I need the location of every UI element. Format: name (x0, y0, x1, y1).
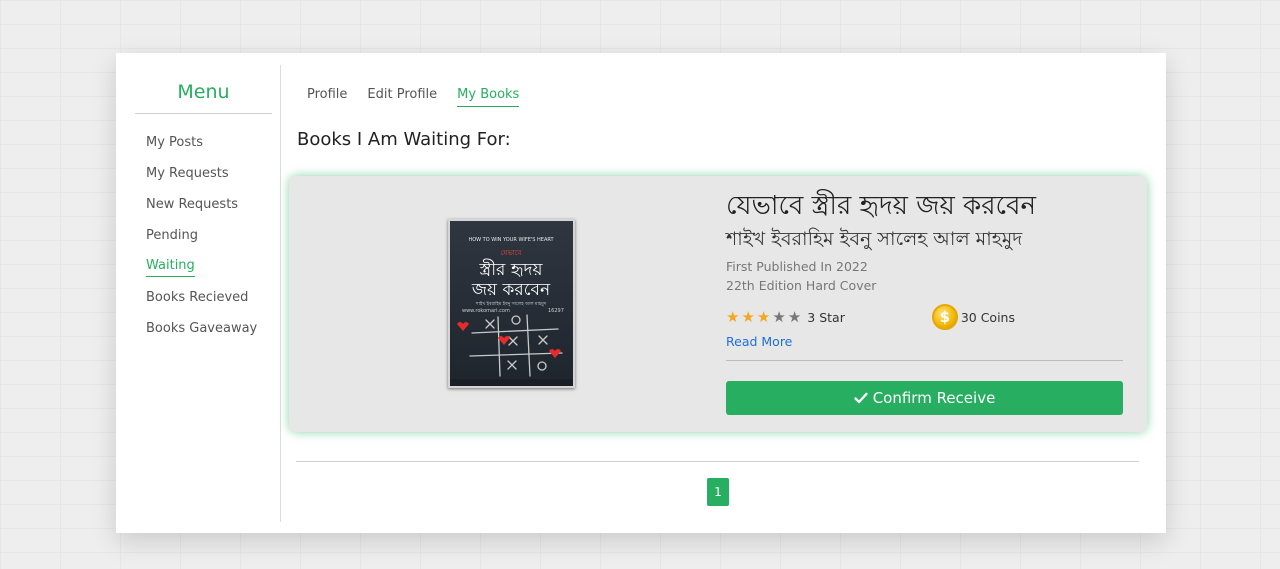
tab-my-books[interactable]: My Books (457, 87, 520, 107)
pagination-page-button[interactable]: 1 (707, 478, 729, 506)
sidebar-item-label: Books Gaveaway (146, 320, 258, 336)
rating-label: 3 Star (807, 309, 845, 325)
sidebar-item-my-requests[interactable]: My Requests (135, 159, 272, 190)
star-icon: ★ (741, 307, 755, 326)
star-icon: ★ (756, 307, 771, 326)
star-icon: ★ (772, 307, 786, 326)
rating-coins-row: ★ ★ ★ ★ ★ 3 Star $ 30 Coins (726, 303, 1123, 331)
page-title: Books I Am Waiting For: (297, 129, 511, 150)
book-author: শাইখ ইবরাহিম ইবনু সালেহ আল মাহমুদ (726, 228, 1023, 250)
read-more-link[interactable]: Read More (726, 334, 1123, 349)
book-title: যেভাবে স্ত্রীর হৃদয় জয় করবেন (726, 191, 1036, 221)
sidebar-divider (280, 65, 281, 522)
star-icon: ★ (726, 307, 740, 326)
cover-top-text: HOW TO WIN YOUR WIFE'S HEART (468, 237, 554, 243)
cover-title-line2: জয় করবেন (471, 280, 551, 300)
sidebar-item-books-recieved[interactable]: Books Recieved (135, 283, 272, 314)
book-cover-art: HOW TO WIN YOUR WIFE'S HEART যেভাবে স্ত্… (450, 221, 573, 386)
profile-panel: Menu My Posts My Requests New Requests P… (116, 53, 1166, 533)
sidebar-item-label: My Requests (146, 165, 229, 181)
star-icon: ★ (787, 307, 802, 326)
star-rating: ★ ★ ★ ★ ★ 3 Star (726, 307, 845, 326)
book-published: First Published In 2022 (726, 259, 868, 274)
sidebar-item-label: Books Recieved (146, 289, 249, 305)
book-cover-image[interactable]: HOW TO WIN YOUR WIFE'S HEART যেভাবে স্ত্… (448, 219, 575, 388)
sidebar-item-label: Pending (146, 227, 198, 243)
cover-title-line1: স্ত্রীর হৃদয় (479, 259, 544, 280)
cover-website: www.rokomari.com (462, 308, 510, 314)
menu-title: Menu (135, 65, 272, 114)
coin-icon: $ (931, 304, 958, 330)
menu-list: My Posts My Requests New Requests Pendin… (135, 128, 272, 345)
sidebar-item-pending[interactable]: Pending (135, 221, 272, 252)
confirm-receive-button[interactable]: Confirm Receive (726, 381, 1123, 415)
book-meta: First Published In 2022 22th Edition Har… (726, 257, 1123, 295)
tab-edit-profile[interactable]: Edit Profile (367, 87, 437, 107)
sidebar-item-new-requests[interactable]: New Requests (135, 190, 272, 221)
profile-tabs: Profile Edit Profile My Books (307, 87, 520, 107)
pagination-divider (296, 461, 1139, 462)
cover-small-title: যেভাবে (501, 249, 522, 257)
tab-profile[interactable]: Profile (307, 87, 347, 107)
cover-code: 16297 (548, 308, 564, 314)
sidebar-item-label: Waiting (146, 258, 195, 277)
sidebar-item-my-posts[interactable]: My Posts (135, 128, 272, 159)
sidebar-item-label: My Posts (146, 134, 204, 150)
coins-label: 30 Coins (960, 309, 1015, 325)
divider (726, 360, 1123, 361)
cover-author-line: শাইখ ইবরাহিম ইবনু সালেহ আল মাহমুদ (475, 301, 547, 307)
sidebar-item-label: New Requests (146, 196, 239, 212)
book-card: HOW TO WIN YOUR WIFE'S HEART যেভাবে স্ত্… (289, 176, 1147, 432)
coins: $ 30 Coins (931, 304, 1015, 330)
sidebar-menu: Menu My Posts My Requests New Requests P… (135, 65, 272, 345)
sidebar-item-books-gaveaway[interactable]: Books Gaveaway (135, 314, 272, 345)
confirm-receive-label: Confirm Receive (872, 389, 996, 407)
book-info: যেভাবে স্ত্রীর হৃদয় জয় করবেন শাইখ ইবরা… (726, 188, 1123, 415)
book-edition: 22th Edition Hard Cover (726, 278, 877, 293)
sidebar-item-waiting[interactable]: Waiting (135, 252, 272, 283)
check-icon (854, 392, 868, 404)
